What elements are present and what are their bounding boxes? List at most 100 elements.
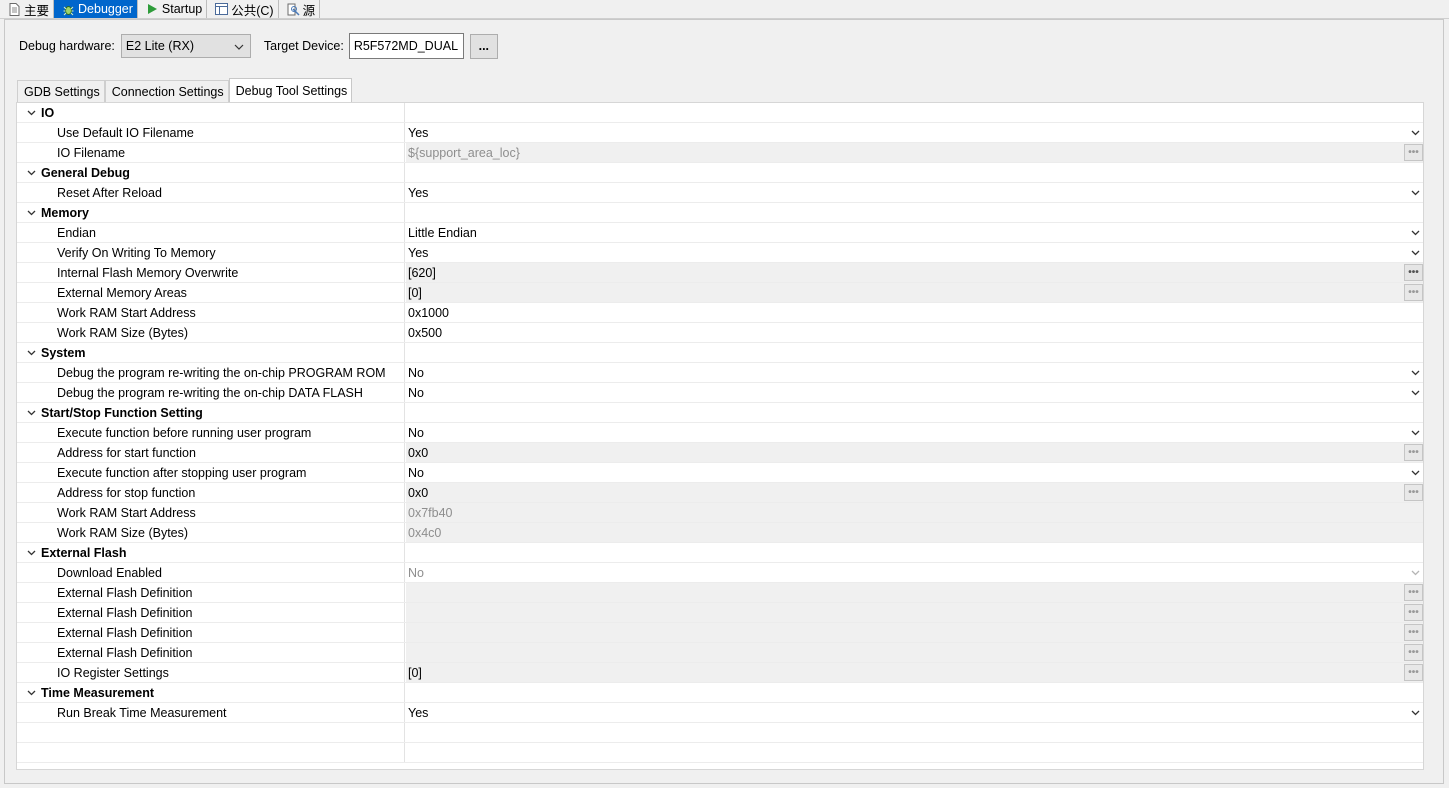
- property-value: 0x1000: [408, 305, 450, 320]
- chevron-down-icon[interactable]: [1409, 123, 1421, 142]
- chevron-down-icon[interactable]: [1409, 363, 1421, 382]
- property-row[interactable]: Address for stop function 0x0 •••: [17, 483, 1423, 503]
- category-row[interactable]: Start/Stop Function Setting: [17, 403, 1423, 423]
- property-value-cell[interactable]: 0x0 •••: [406, 443, 1423, 462]
- property-row[interactable]: IO Filename ${support_area_loc} •••: [17, 143, 1423, 163]
- property-value-cell[interactable]: •••: [406, 643, 1423, 662]
- property-row[interactable]: Work RAM Size (Bytes) 0x4c0: [17, 523, 1423, 543]
- property-value-cell[interactable]: Little Endian: [406, 223, 1423, 242]
- category-value-cell: [406, 683, 1423, 702]
- property-row[interactable]: Execute function before running user pro…: [17, 423, 1423, 443]
- tab-common[interactable]: 公共(C): [207, 0, 279, 18]
- property-label: Execute function after stopping user pro…: [57, 465, 307, 480]
- property-row[interactable]: External Flash Definition •••: [17, 603, 1423, 623]
- category-row[interactable]: Time Measurement: [17, 683, 1423, 703]
- debug-hardware-select[interactable]: E2 Lite (RX): [120, 34, 251, 58]
- property-row[interactable]: Work RAM Size (Bytes) 0x500: [17, 323, 1423, 343]
- chevron-down-icon[interactable]: [27, 110, 41, 116]
- property-row[interactable]: Execute function after stopping user pro…: [17, 463, 1423, 483]
- property-key: Execute function before running user pro…: [17, 423, 405, 442]
- tab-startup[interactable]: Startup: [137, 0, 208, 18]
- property-label: Address for stop function: [57, 485, 196, 500]
- chevron-down-icon[interactable]: [1409, 223, 1421, 242]
- chevron-down-icon[interactable]: [1409, 463, 1421, 482]
- chevron-down-icon[interactable]: [1409, 183, 1421, 202]
- property-value-cell[interactable]: Yes: [406, 183, 1423, 202]
- property-value-cell[interactable]: 0x500: [406, 323, 1423, 342]
- tab-source[interactable]: 源: [278, 0, 321, 18]
- category-value-cell: [406, 403, 1423, 422]
- property-row[interactable]: Work RAM Start Address 0x7fb40: [17, 503, 1423, 523]
- property-row[interactable]: Download Enabled No: [17, 563, 1423, 583]
- property-row[interactable]: Endian Little Endian: [17, 223, 1423, 243]
- debugger-panel: Debug hardware: E2 Lite (RX) Target Devi…: [4, 19, 1444, 784]
- property-row[interactable]: External Memory Areas [0] •••: [17, 283, 1423, 303]
- tab-connection-settings[interactable]: Connection Settings: [104, 80, 229, 102]
- property-row[interactable]: External Flash Definition •••: [17, 643, 1423, 663]
- property-value-cell[interactable]: •••: [406, 623, 1423, 642]
- property-row[interactable]: Internal Flash Memory Overwrite [620] •••: [17, 263, 1423, 283]
- chevron-down-icon[interactable]: [27, 210, 41, 216]
- category-key: System: [17, 343, 405, 362]
- launch-config-tabs: 主要 Debugger Startup 公共(C) 源: [0, 0, 1449, 18]
- target-device-browse-button[interactable]: ...: [469, 33, 498, 59]
- chevron-down-icon[interactable]: [27, 550, 41, 556]
- category-row[interactable]: General Debug: [17, 163, 1423, 183]
- property-key: Execute function after stopping user pro…: [17, 463, 405, 482]
- chevron-down-icon[interactable]: [27, 410, 41, 416]
- property-value-cell[interactable]: •••: [406, 603, 1423, 622]
- chevron-down-icon[interactable]: [27, 690, 41, 696]
- chevron-down-icon[interactable]: [1409, 423, 1421, 442]
- target-device-field[interactable]: R5F572MD_DUAL: [348, 33, 464, 59]
- property-row[interactable]: Work RAM Start Address 0x1000: [17, 303, 1423, 323]
- property-value-cell[interactable]: No: [406, 383, 1423, 402]
- property-row[interactable]: IO Register Settings [0] •••: [17, 663, 1423, 683]
- category-row[interactable]: IO: [17, 103, 1423, 123]
- property-value-cell[interactable]: Yes: [406, 123, 1423, 142]
- property-value-cell[interactable]: [0] •••: [406, 283, 1423, 302]
- property-row[interactable]: Reset After Reload Yes: [17, 183, 1423, 203]
- chevron-down-icon[interactable]: [1409, 703, 1421, 722]
- property-value-cell[interactable]: Yes: [406, 703, 1423, 722]
- category-value-cell: [406, 203, 1423, 222]
- property-value-cell[interactable]: 0x0 •••: [406, 483, 1423, 502]
- category-row[interactable]: System: [17, 343, 1423, 363]
- property-value-cell[interactable]: 0x1000: [406, 303, 1423, 322]
- property-value: [0]: [408, 285, 422, 300]
- tab-debugger[interactable]: Debugger: [54, 0, 138, 18]
- chevron-down-icon[interactable]: [27, 350, 41, 356]
- property-value-cell[interactable]: No: [406, 463, 1423, 482]
- property-value-cell[interactable]: Yes: [406, 243, 1423, 262]
- property-row[interactable]: Use Default IO Filename Yes: [17, 123, 1423, 143]
- property-value-cell: 0x4c0: [406, 523, 1423, 542]
- property-row[interactable]: Debug the program re-writing the on-chip…: [17, 363, 1423, 383]
- category-label: Start/Stop Function Setting: [41, 405, 203, 420]
- property-key: Address for stop function: [17, 483, 405, 502]
- tab-main[interactable]: 主要: [0, 0, 55, 18]
- tab-debug-tool-settings[interactable]: Debug Tool Settings: [228, 78, 353, 103]
- property-value-cell[interactable]: [620] •••: [406, 263, 1423, 282]
- property-label: External Flash Definition: [57, 645, 193, 660]
- property-label: Internal Flash Memory Overwrite: [57, 265, 239, 280]
- category-row[interactable]: Memory: [17, 203, 1423, 223]
- chevron-down-icon[interactable]: [27, 170, 41, 176]
- property-value-cell[interactable]: No: [406, 363, 1423, 382]
- property-row[interactable]: External Flash Definition •••: [17, 583, 1423, 603]
- tab-gdb-settings[interactable]: GDB Settings: [17, 80, 105, 102]
- category-label: IO: [41, 105, 55, 120]
- property-value-cell[interactable]: •••: [406, 583, 1423, 602]
- property-row[interactable]: Address for start function 0x0 •••: [17, 443, 1423, 463]
- property-key: Debug the program re-writing the on-chip…: [17, 363, 405, 382]
- property-row[interactable]: Run Break Time Measurement Yes: [17, 703, 1423, 723]
- chevron-down-icon[interactable]: [1409, 243, 1421, 262]
- property-row[interactable]: External Flash Definition •••: [17, 623, 1423, 643]
- browse-ellipsis-button[interactable]: •••: [1404, 264, 1423, 281]
- property-row[interactable]: Verify On Writing To Memory Yes: [17, 243, 1423, 263]
- category-row[interactable]: External Flash: [17, 543, 1423, 563]
- chevron-down-icon[interactable]: [1409, 383, 1421, 402]
- property-value-cell[interactable]: [0] •••: [406, 663, 1423, 682]
- property-row[interactable]: Debug the program re-writing the on-chip…: [17, 383, 1423, 403]
- property-key: External Memory Areas: [17, 283, 405, 302]
- property-value-cell[interactable]: No: [406, 423, 1423, 442]
- property-label: Work RAM Start Address: [57, 305, 196, 320]
